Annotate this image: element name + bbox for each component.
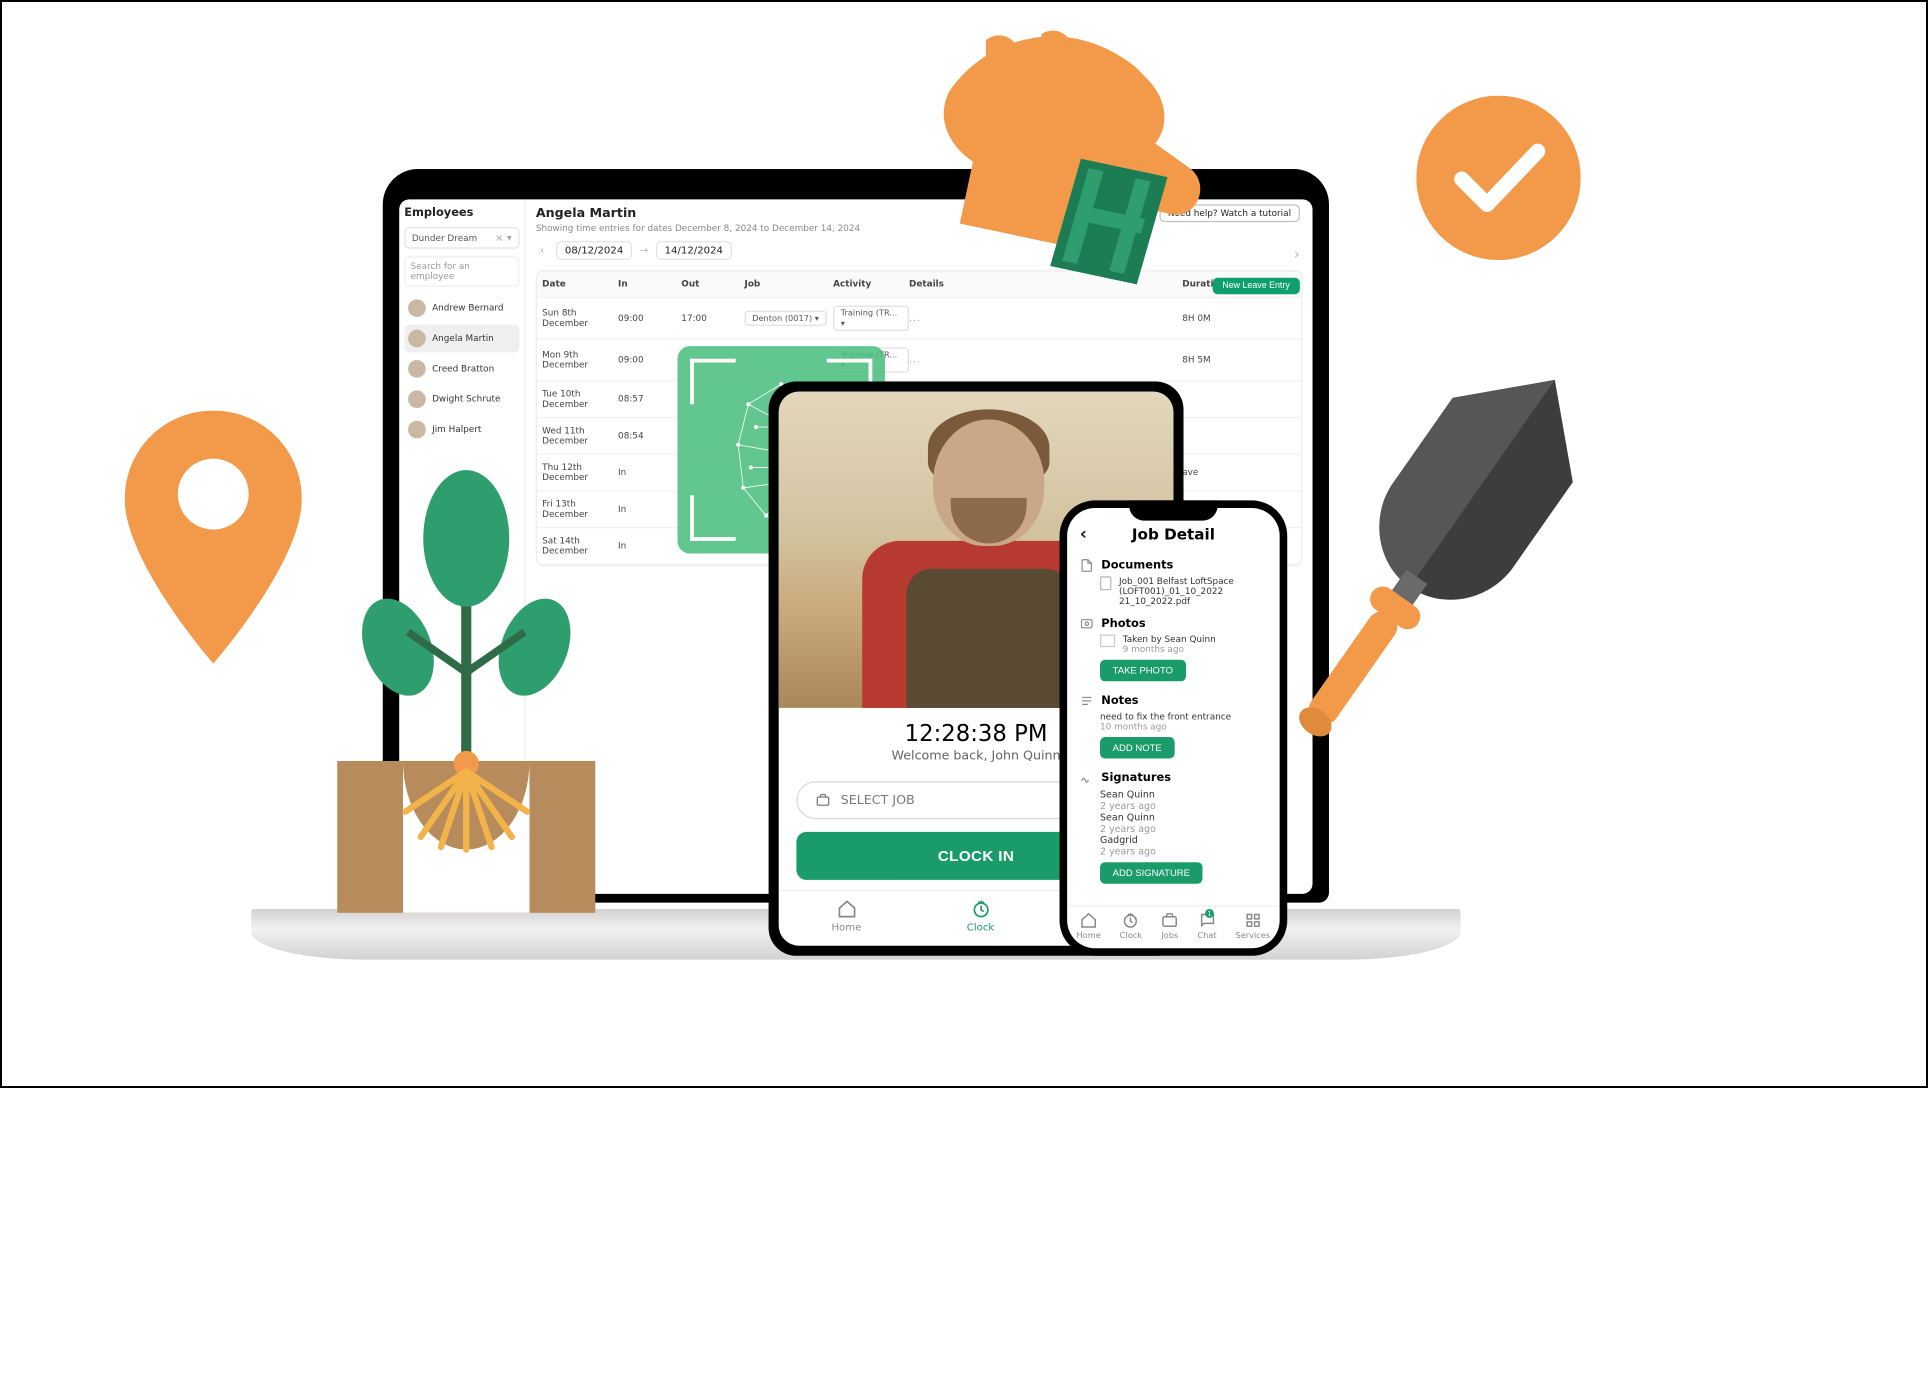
phone-tab-services[interactable]: Services bbox=[1235, 912, 1270, 941]
notes-header: Notes bbox=[1080, 694, 1267, 708]
employee-row[interactable]: Dwight Schrute bbox=[404, 385, 519, 413]
plant-icon bbox=[314, 470, 618, 925]
employee-name: Andrew Bernard bbox=[432, 303, 503, 313]
services-icon bbox=[1244, 912, 1262, 930]
table-row[interactable]: Mon 9th December09:00Training (TR... ▾..… bbox=[537, 340, 1301, 382]
col-header: Job bbox=[745, 279, 834, 289]
col-header: In bbox=[618, 279, 681, 289]
employee-row[interactable]: Creed Bratton bbox=[404, 355, 519, 383]
employee-row[interactable]: Andrew Bernard bbox=[404, 294, 519, 322]
avatar bbox=[408, 330, 426, 348]
employee-row[interactable]: Jim Halpert bbox=[404, 416, 519, 444]
employee-name: Dwight Schrute bbox=[432, 394, 500, 404]
employee-name: Angela Martin bbox=[432, 333, 494, 343]
signature-row[interactable]: Sean Quinn2 years ago bbox=[1080, 812, 1267, 835]
phone-tab-jobs[interactable]: Jobs bbox=[1161, 912, 1179, 941]
date-from[interactable]: 08/12/2024 bbox=[556, 241, 632, 260]
signature-row[interactable]: Gadgrid2 years ago bbox=[1080, 834, 1267, 857]
chat-icon bbox=[1198, 912, 1216, 930]
add-note-button[interactable]: ADD NOTE bbox=[1100, 737, 1174, 759]
home-icon bbox=[1080, 912, 1098, 930]
phone-tab-clock[interactable]: Clock bbox=[1120, 912, 1142, 941]
note-row[interactable]: need to fix the front entrance 10 months… bbox=[1080, 712, 1267, 732]
phone-tab-chat[interactable]: Chat bbox=[1197, 912, 1216, 941]
note-text: need to fix the front entrance bbox=[1100, 712, 1231, 722]
avatar bbox=[408, 360, 426, 378]
avatar bbox=[408, 390, 426, 408]
glove-hand-icon bbox=[898, 30, 1240, 308]
photo-row[interactable]: Taken by Sean Quinn 9 months ago bbox=[1080, 635, 1267, 655]
add-signature-button[interactable]: ADD SIGNATURE bbox=[1100, 862, 1203, 884]
select-job-label: SELECT JOB bbox=[841, 793, 915, 807]
tablet-tab-clock[interactable]: Clock bbox=[967, 899, 994, 933]
jobs-icon bbox=[1161, 912, 1179, 930]
photos-header: Photos bbox=[1080, 617, 1267, 631]
employee-name: Creed Bratton bbox=[432, 364, 494, 374]
company-select[interactable]: Dunder Dream × ▾ bbox=[404, 227, 519, 249]
employee-row[interactable]: Angela Martin bbox=[404, 325, 519, 353]
photo-author: Taken by Sean Quinn bbox=[1123, 635, 1216, 645]
phone-tab-home[interactable]: Home bbox=[1077, 912, 1101, 941]
photo-thumb bbox=[1100, 635, 1115, 648]
col-header: Date bbox=[542, 279, 618, 289]
signatures-header: Signatures bbox=[1080, 771, 1267, 785]
clock-icon bbox=[970, 899, 990, 919]
avatar bbox=[408, 299, 426, 317]
next-week[interactable]: › bbox=[1294, 245, 1300, 263]
checkmark-badge-icon bbox=[1416, 96, 1580, 260]
sidebar-title: Employees bbox=[404, 207, 519, 220]
documents-header: Documents bbox=[1080, 559, 1267, 573]
document-row[interactable]: Job_001 Belfast LoftSpace (LOFT001)_01_1… bbox=[1080, 576, 1267, 606]
tablet-tab-home[interactable]: Home bbox=[831, 899, 861, 933]
signature-row[interactable]: Sean Quinn2 years ago bbox=[1080, 789, 1267, 812]
back-button[interactable]: ‹ bbox=[1080, 524, 1087, 544]
pdf-icon bbox=[1100, 576, 1111, 590]
col-header: Out bbox=[681, 279, 744, 289]
trowel-icon bbox=[1242, 341, 1622, 771]
employee-search[interactable]: Search for an employee bbox=[404, 256, 519, 286]
clock-icon bbox=[1122, 912, 1140, 930]
prev-week[interactable]: ‹ bbox=[536, 245, 549, 256]
home-icon bbox=[836, 899, 856, 919]
avatar bbox=[408, 421, 426, 439]
date-to[interactable]: 14/12/2024 bbox=[656, 241, 732, 260]
location-pin-icon bbox=[125, 411, 302, 664]
phone-title: Job Detail bbox=[1132, 526, 1215, 544]
photo-ago: 9 months ago bbox=[1123, 645, 1216, 655]
company-name: Dunder Dream bbox=[412, 233, 477, 243]
take-photo-button[interactable]: TAKE PHOTO bbox=[1100, 660, 1186, 682]
employee-name: Jim Halpert bbox=[432, 425, 481, 435]
note-ago: 10 months ago bbox=[1100, 722, 1231, 732]
